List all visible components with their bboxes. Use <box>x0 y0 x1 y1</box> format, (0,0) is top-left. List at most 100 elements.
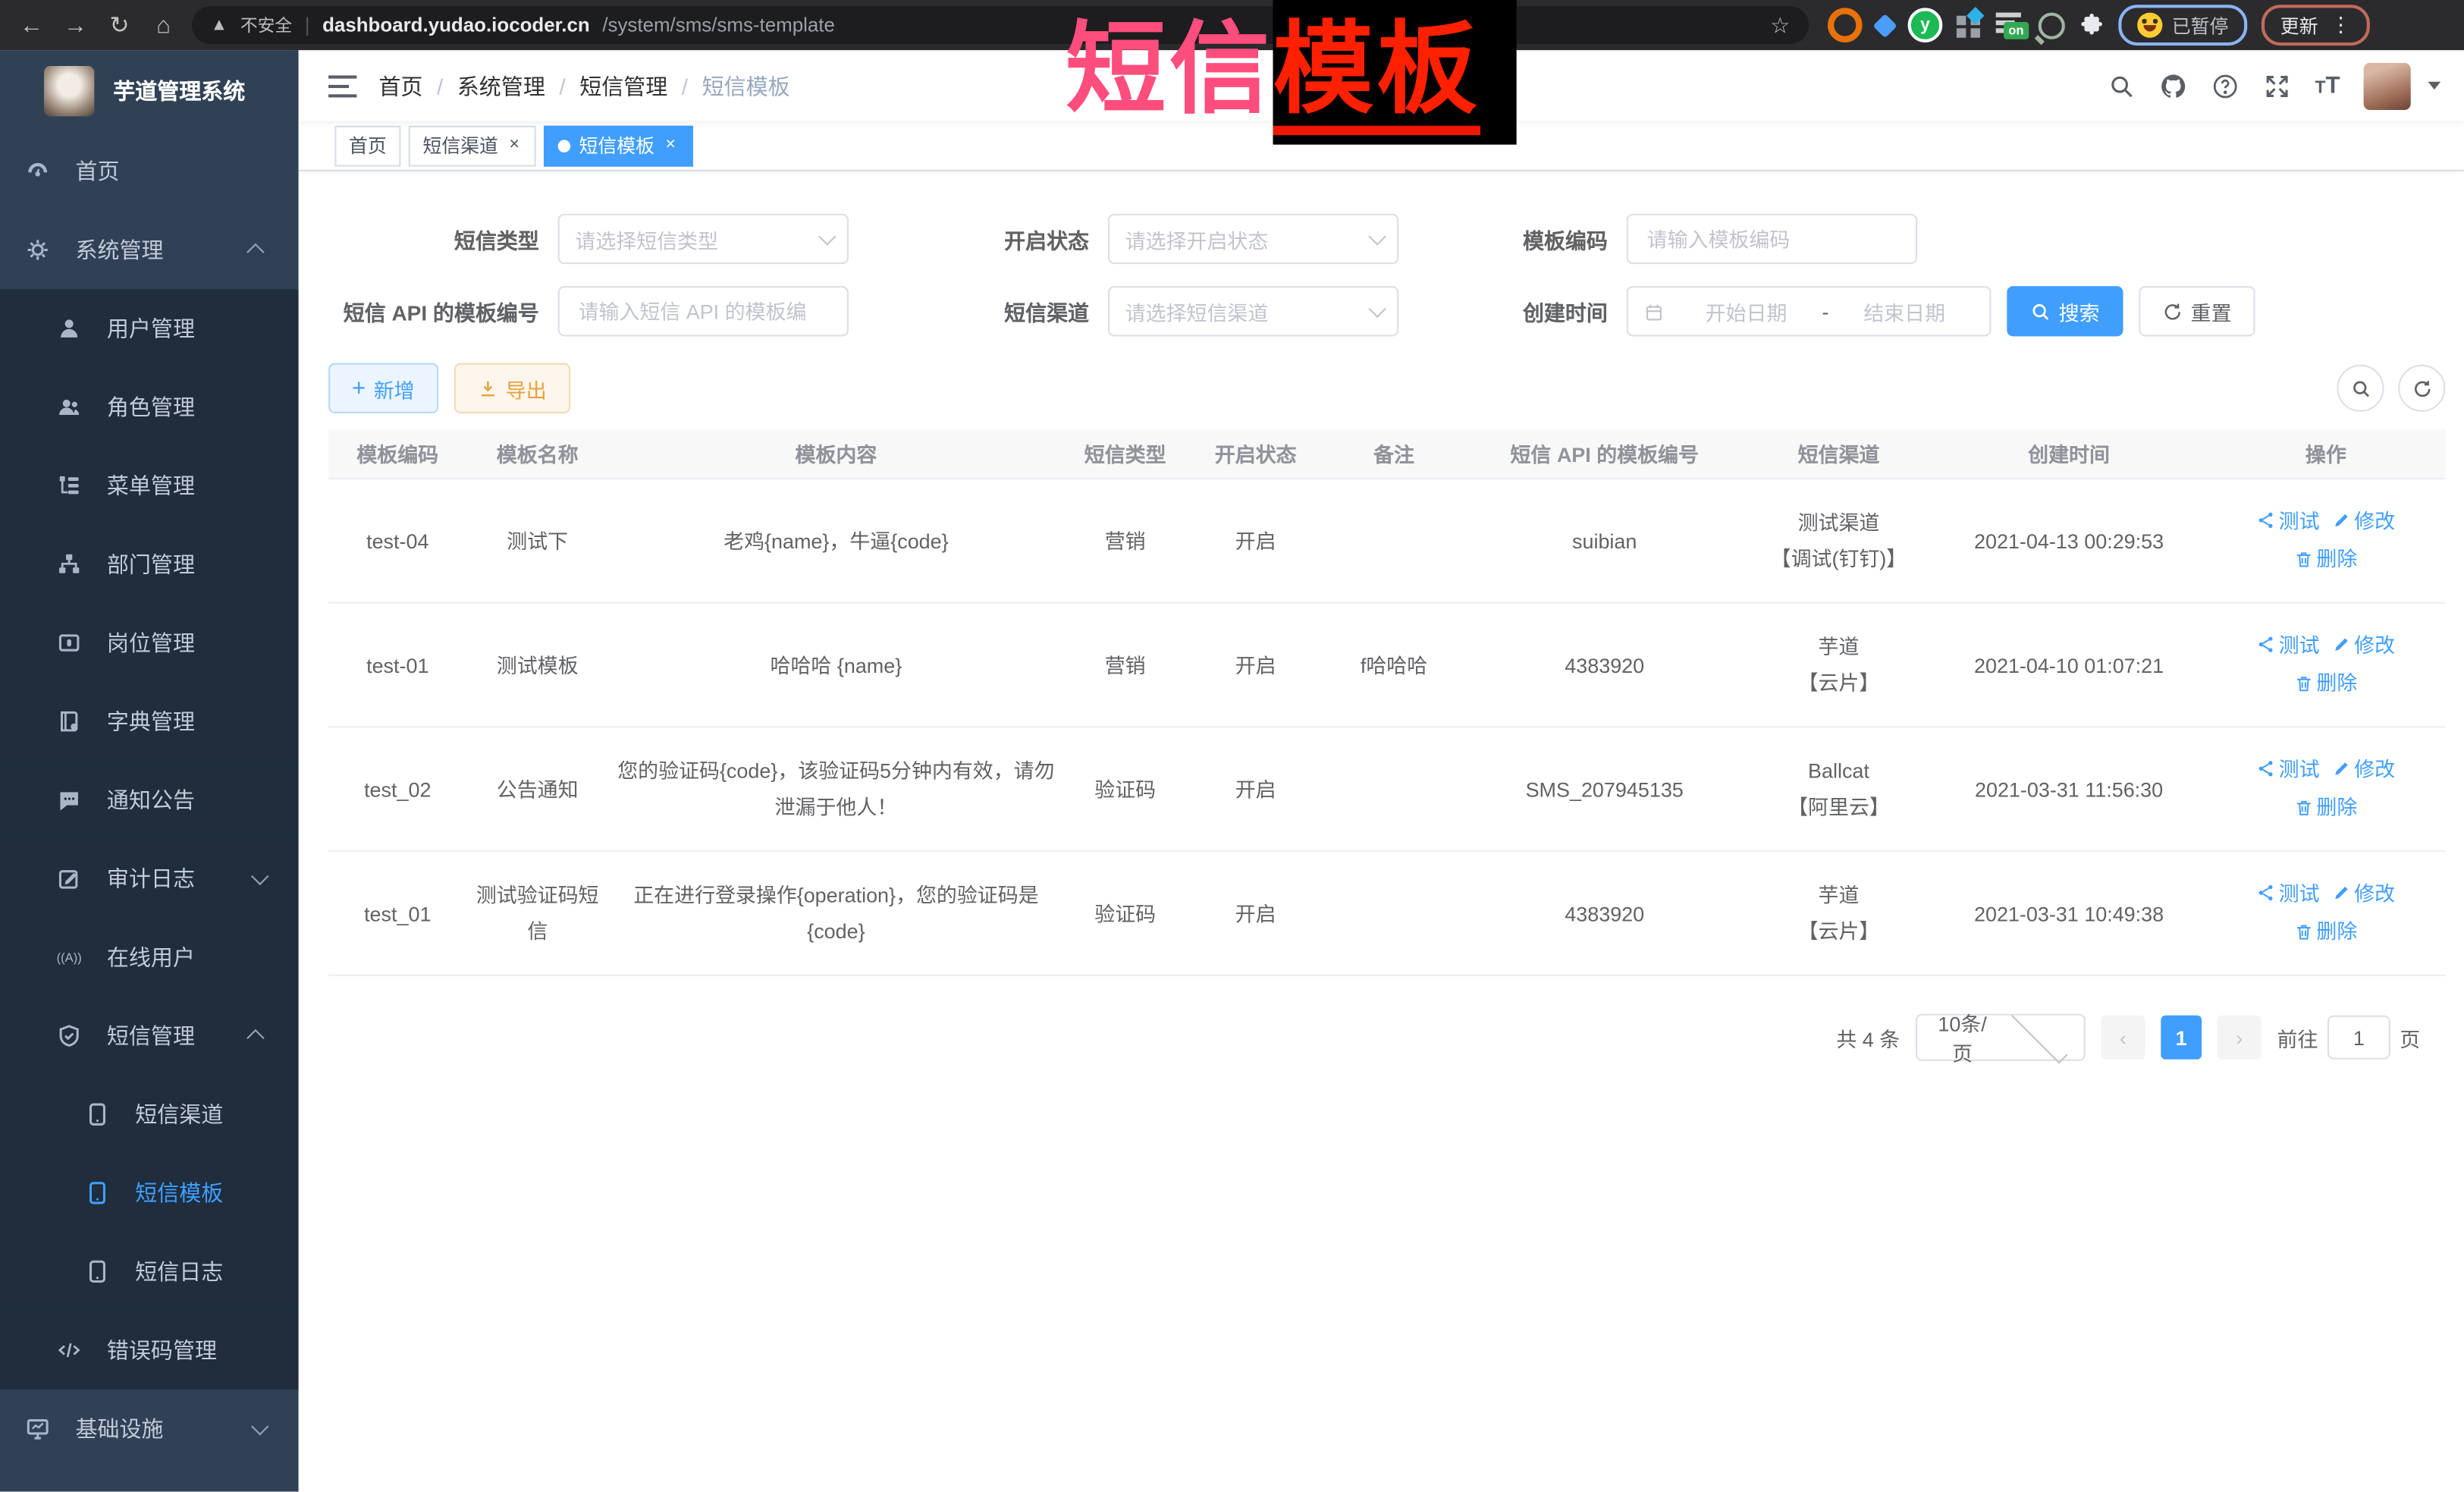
template-code-input[interactable] <box>1644 225 1901 252</box>
breadcrumb-system[interactable]: 系统管理 <box>457 70 545 101</box>
address-bar[interactable]: ▲ 不安全 | dashboard.yudao.iocoder.cn /syst… <box>192 6 1809 44</box>
sidebar-item-通知公告[interactable]: 通知公告 <box>0 761 299 840</box>
sidebar-item-label: 短信日志 <box>135 1256 223 1287</box>
phone-icon <box>85 1180 110 1205</box>
delete-link[interactable]: 删除 <box>2294 789 2357 825</box>
update-browser-button[interactable]: 更新⋮ <box>2262 5 2370 46</box>
chevron-down-icon <box>1368 300 1386 318</box>
api-template-input[interactable] <box>575 298 831 325</box>
column-header-备注: 备注 <box>1325 429 1463 479</box>
forward-icon[interactable]: → <box>60 12 91 39</box>
delete-link[interactable]: 删除 <box>2294 665 2357 702</box>
sidebar-item-短信管理[interactable]: 短信管理 <box>0 997 299 1076</box>
channel-select[interactable]: 请选择短信渠道 <box>1108 286 1398 336</box>
dashboard-icon <box>25 159 50 184</box>
sidebar-item-用户管理[interactable]: 用户管理 <box>0 289 299 368</box>
github-icon[interactable] <box>2159 71 2187 99</box>
edit-link[interactable]: 修改 <box>2332 502 2395 539</box>
tab-首页[interactable]: 首页 <box>334 125 400 166</box>
sidebar-item-部门管理[interactable]: 部门管理 <box>0 525 299 604</box>
search-icon[interactable] <box>2108 71 2136 99</box>
edit-link[interactable]: 修改 <box>2332 750 2395 787</box>
url-path: /system/sms/sms-template <box>602 14 835 36</box>
bookmark-star-icon[interactable]: ☆ <box>1770 12 1790 39</box>
cell-channel: 芋道【云片】 <box>1746 851 1932 975</box>
home-icon[interactable]: ⌂ <box>148 12 179 39</box>
sidebar-item-岗位管理[interactable]: 岗位管理 <box>0 604 299 683</box>
sidebar-item-菜单管理[interactable]: 菜单管理 <box>0 447 299 526</box>
tab-短信模板[interactable]: 短信模板× <box>545 125 693 166</box>
date-range-picker[interactable]: 开始日期 - 结束日期 <box>1627 286 1992 336</box>
help-icon[interactable] <box>2211 71 2240 99</box>
grid-extension-icon[interactable] <box>1957 13 1982 38</box>
warning-icon: ▲ <box>211 16 228 35</box>
page-unit-label: 页 <box>2400 1022 2420 1052</box>
close-icon[interactable]: × <box>662 135 679 155</box>
test-label: 测试 <box>2279 627 2320 663</box>
sidebar-item-短信渠道[interactable]: 短信渠道 <box>0 1075 299 1154</box>
export-button[interactable]: 导出 <box>454 363 570 413</box>
sidebar-item-短信模板[interactable]: 短信模板 <box>0 1154 299 1233</box>
test-link[interactable]: 测试 <box>2257 750 2320 787</box>
puzzle-extensions-icon[interactable] <box>2079 13 2105 38</box>
cell-remark <box>1325 727 1463 851</box>
sidebar-item-基础设施[interactable]: 基础设施 <box>0 1390 299 1468</box>
sms-template-table: 模板编码模板名称模板内容短信类型开启状态备注短信 API 的模板编号短信渠道创建… <box>328 429 2445 976</box>
breadcrumb-home[interactable]: 首页 <box>378 70 422 101</box>
user-avatar[interactable] <box>2364 62 2411 109</box>
prev-page-button[interactable]: ‹ <box>2101 1016 2145 1060</box>
blue-gem-extension-icon[interactable] <box>1872 13 1897 37</box>
sidebar-item-label: 菜单管理 <box>107 470 195 501</box>
share-icon <box>2257 510 2276 529</box>
green-y-extension-icon[interactable]: y <box>1908 8 1943 42</box>
back-icon[interactable]: ← <box>16 12 47 39</box>
fullscreen-icon[interactable] <box>2263 71 2291 99</box>
delete-link[interactable]: 删除 <box>2294 913 2357 950</box>
browser-menu-icon[interactable]: ⋮ <box>2331 13 2351 38</box>
tab-短信渠道[interactable]: 短信渠道× <box>409 125 537 166</box>
toggle-search-icon-button[interactable] <box>2337 365 2384 412</box>
sidebar-item-字典管理[interactable]: 字典管理 <box>0 682 299 761</box>
sidebar-item-角色管理[interactable]: 角色管理 <box>0 368 299 447</box>
sidebar-item-错误码管理[interactable]: 错误码管理 <box>0 1311 299 1390</box>
goto-page-input[interactable] <box>2327 1016 2390 1060</box>
test-link[interactable]: 测试 <box>2257 627 2320 663</box>
orange-ring-extension-icon[interactable] <box>1828 8 1863 42</box>
search-icon <box>2350 378 2371 398</box>
delete-link[interactable]: 删除 <box>2294 541 2357 577</box>
close-icon[interactable]: × <box>506 135 523 155</box>
monocle-extension-icon[interactable] <box>2039 12 2065 39</box>
sidebar-item-审计日志[interactable]: 审计日志 <box>0 840 299 919</box>
next-page-button[interactable]: › <box>2218 1016 2262 1060</box>
refresh-table-button[interactable] <box>2398 365 2445 412</box>
channel-name: 测试渠道 <box>1753 504 1926 541</box>
test-link[interactable]: 测试 <box>2257 875 2320 911</box>
column-header-模板内容: 模板内容 <box>608 429 1064 479</box>
svg-text:((A)): ((A)) <box>57 950 82 965</box>
edit-link[interactable]: 修改 <box>2332 627 2395 663</box>
search-button[interactable]: 搜索 <box>2007 286 2123 336</box>
reload-icon[interactable]: ↻ <box>104 11 135 39</box>
column-header-操作: 操作 <box>2206 429 2445 479</box>
profile-paused-pill[interactable]: 已暂停 <box>2118 5 2247 46</box>
collapse-sidebar-icon[interactable] <box>328 74 356 96</box>
column-header-模板名称: 模板名称 <box>466 429 607 479</box>
sidebar-item-系统管理[interactable]: 系统管理 <box>0 211 299 290</box>
breadcrumb-sms[interactable]: 短信管理 <box>579 70 667 101</box>
add-button[interactable]: + 新增 <box>328 363 438 413</box>
font-size-icon[interactable]: TT <box>2315 72 2340 99</box>
page-1-button[interactable]: 1 <box>2161 1016 2202 1060</box>
table-row: test-01测试模板哈哈哈 {name}营销开启f哈哈哈4383920芋道【云… <box>328 603 2445 727</box>
list-extension-icon[interactable]: on <box>1996 13 2024 38</box>
sidebar-item-首页[interactable]: 首页 <box>0 132 299 211</box>
chevron-down-icon <box>2012 1007 2068 1063</box>
test-link[interactable]: 测试 <box>2257 502 2320 539</box>
avatar-caret-icon[interactable] <box>2428 82 2441 90</box>
sidebar-item-在线用户[interactable]: ((A))在线用户 <box>0 918 299 997</box>
status-select[interactable]: 请选择开启状态 <box>1108 214 1398 264</box>
sms-type-select[interactable]: 请选择短信类型 <box>558 214 849 264</box>
reset-button[interactable]: 重置 <box>2139 286 2255 336</box>
page-size-select[interactable]: 10条/页 <box>1916 1014 2086 1061</box>
edit-link[interactable]: 修改 <box>2332 875 2395 911</box>
sidebar-item-短信日志[interactable]: 短信日志 <box>0 1233 299 1311</box>
